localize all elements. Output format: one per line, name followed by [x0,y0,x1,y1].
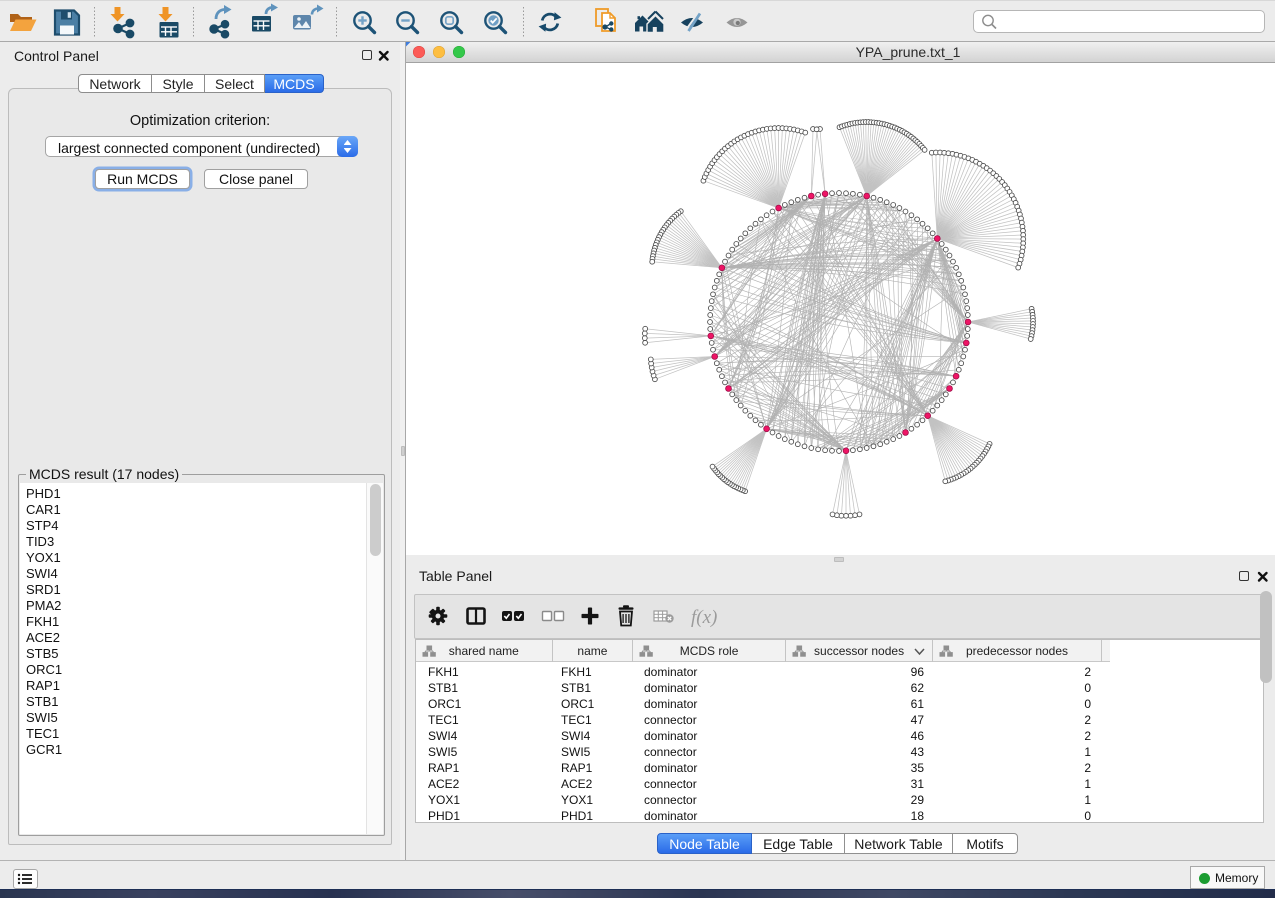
svg-text:f(x): f(x) [691,607,717,628]
